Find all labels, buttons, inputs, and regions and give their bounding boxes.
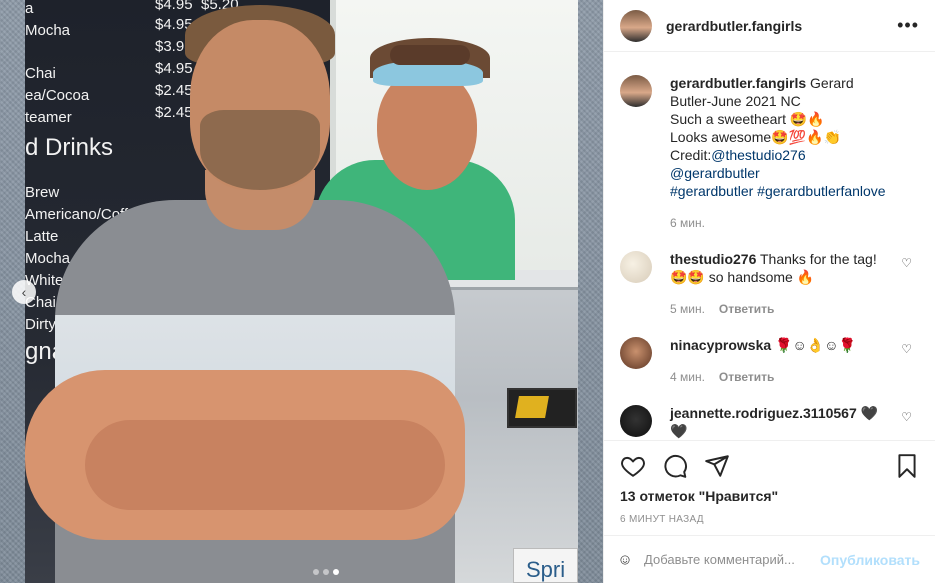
avatar[interactable] (620, 75, 652, 107)
post-photo[interactable]: a Mocha Chai ea/Cocoa teamer $4.95 $5.20… (25, 0, 578, 583)
header-username[interactable]: gerardbutler.fangirls (666, 18, 802, 34)
caption-line: Looks awesome🤩💯🔥👏 (670, 129, 841, 145)
woman-face (377, 70, 477, 190)
post-timestamp[interactable]: 6 минут назад (620, 514, 920, 525)
chevron-left-icon: ‹ (21, 284, 27, 300)
comment-like-heart-icon[interactable]: ♡ (901, 256, 912, 270)
credit-prefix: Credit: (670, 147, 712, 163)
sticker (507, 388, 577, 428)
avatar[interactable] (620, 405, 652, 437)
menu-item: ea/Cocoa (25, 87, 90, 104)
carousel-dot (313, 569, 319, 575)
carousel-dot (323, 569, 329, 575)
emoji-icon[interactable] (620, 547, 630, 573)
reply-button[interactable]: Ответить (719, 300, 774, 318)
comment-text: 🌹☺👌☺🌹 (775, 337, 856, 353)
add-comment-bar: Опубликовать (604, 535, 935, 583)
reply-button[interactable]: Ответить (719, 368, 774, 386)
avatar[interactable] (620, 251, 652, 283)
bookmark-icon[interactable] (894, 453, 920, 479)
man-beard (200, 110, 320, 190)
menu-item: Mocha (25, 250, 71, 267)
avatar[interactable] (620, 337, 652, 369)
carousel-dot-active (333, 569, 339, 575)
heart-icon[interactable] (620, 453, 646, 479)
comment-like-heart-icon[interactable]: ♡ (901, 342, 912, 356)
carousel-dots (313, 569, 339, 575)
comment-username[interactable]: jeannette.rodriguez.3110567 (670, 405, 857, 421)
post-header: gerardbutler.fangirls ••• (604, 0, 935, 52)
comment-icon[interactable] (662, 453, 688, 479)
hashtags[interactable]: #gerardbutler #gerardbutlerfanlove (670, 183, 886, 199)
caption-meta: 6 мин. (670, 214, 895, 232)
publish-button[interactable]: Опубликовать (820, 552, 920, 568)
menu-item: teamer (25, 109, 72, 126)
share-icon[interactable] (704, 453, 730, 479)
comment-meta: 5 мин. Ответить (670, 300, 895, 318)
caption-line: Such a sweetheart 🤩🔥 (670, 111, 825, 127)
more-options-icon[interactable]: ••• (897, 15, 919, 36)
likes-count[interactable]: 13 отметок "Нравится" (620, 488, 920, 504)
sunglasses (390, 45, 470, 65)
comment-time[interactable]: 5 мин. (670, 300, 705, 318)
crossed-arms-lower (85, 420, 445, 510)
mention-link[interactable]: @gerardbutler (670, 165, 760, 181)
comment-time[interactable]: 4 мин. (670, 368, 705, 386)
comment-item: ninacyprowska 🌹☺👌☺🌹 4 мин. Ответить ♡ (620, 336, 920, 386)
comment-item: jeannette.rodriguez.3110567 🖤🖤 ♡ (620, 404, 920, 439)
post-sidebar: gerardbutler.fangirls ••• gerardbutler.f… (603, 0, 935, 583)
caption-username[interactable]: gerardbutler.fangirls (670, 75, 806, 91)
menu-price: $4.95 (155, 0, 193, 13)
comment-username[interactable]: ninacyprowska (670, 337, 771, 353)
action-bar (620, 441, 920, 491)
menu-item: Latte (25, 228, 59, 245)
avatar[interactable] (620, 9, 652, 42)
comment-like-heart-icon[interactable]: ♡ (901, 410, 912, 424)
caption: gerardbutler.fangirls Gerard Butler-June… (620, 74, 920, 232)
comment-input[interactable] (644, 552, 821, 567)
comments-list[interactable]: gerardbutler.fangirls Gerard Butler-June… (604, 74, 935, 439)
menu-price: $2.45 (155, 104, 193, 121)
comment-username[interactable]: thestudio276 (670, 251, 756, 267)
menu-item: a (25, 0, 34, 17)
sign-text: Spri (526, 557, 566, 582)
carousel-prev-button[interactable]: ‹ (12, 280, 36, 304)
menu-item: Chai (25, 65, 56, 82)
comment-item: thestudio276 Thanks for the tag! 🤩🤩 so h… (620, 250, 920, 318)
caption-time[interactable]: 6 мин. (670, 214, 705, 232)
menu-section-title: d Drinks (25, 134, 114, 161)
menu-item: Mocha (25, 22, 71, 39)
sign: Spri (513, 548, 578, 583)
menu-price: $4.95 (155, 60, 193, 77)
menu-item: Brew (25, 184, 60, 201)
menu-price: $2.45 (155, 82, 193, 99)
comment-meta: 4 мин. Ответить (670, 368, 895, 386)
credit-link[interactable]: @thestudio276 (711, 147, 805, 163)
